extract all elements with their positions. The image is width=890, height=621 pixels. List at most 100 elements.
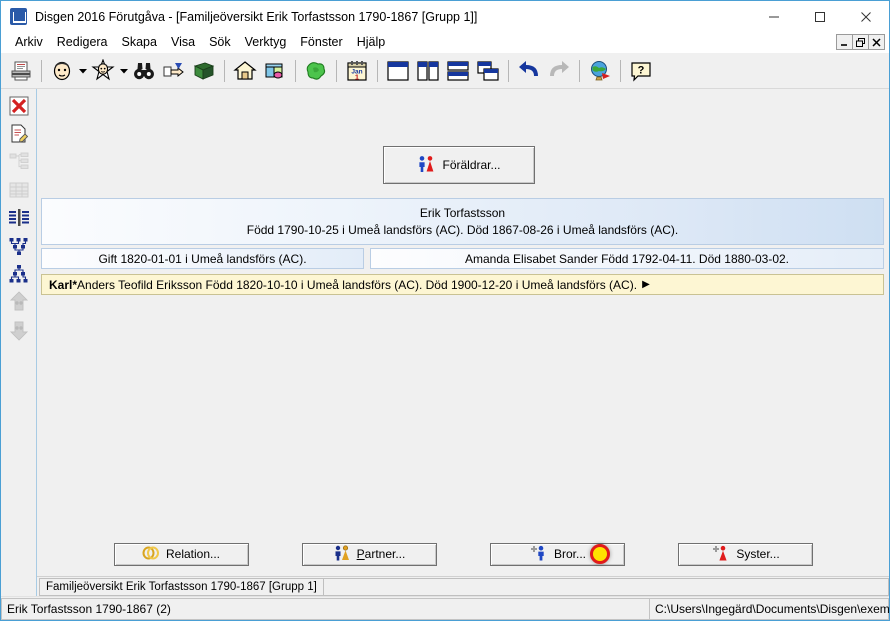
partner-button[interactable]: Partner... xyxy=(301,542,437,566)
sidebar-item-ancestor-chart-icon[interactable] xyxy=(4,232,34,260)
add-woman-icon xyxy=(710,545,730,564)
sidebar-item-table-grid-icon xyxy=(4,176,34,204)
gift-box-icon[interactable] xyxy=(260,56,290,86)
person-card[interactable]: Erik Torfastsson Född 1790-10-25 i Umeå … xyxy=(41,198,884,245)
menu-item-sok[interactable]: Sök xyxy=(202,33,238,52)
couple-icon xyxy=(333,544,351,564)
sidebar-item-descendant-chart-icon[interactable] xyxy=(4,260,34,288)
svg-text:1: 1 xyxy=(355,72,359,81)
partner-label-rest: artner... xyxy=(364,547,406,561)
rings-icon xyxy=(142,546,160,563)
window-controls xyxy=(751,1,889,32)
close-icon[interactable] xyxy=(843,1,889,32)
menu-item-arkiv[interactable]: Arkiv xyxy=(8,33,50,52)
person-face-dropdown-icon[interactable] xyxy=(77,56,88,86)
child-expander-icon[interactable]: ▶ xyxy=(642,279,650,290)
toolbar: Jan 1 ? xyxy=(1,53,889,89)
body-area: Föräldrar... Erik Torfastsson Född 1790-… xyxy=(1,89,889,596)
redo-icon[interactable] xyxy=(544,56,574,86)
sidebar xyxy=(1,89,37,596)
print-icon[interactable] xyxy=(6,56,36,86)
toolbar-separator xyxy=(620,59,621,82)
calendar-jan1-icon[interactable]: Jan 1 xyxy=(342,56,372,86)
partner-button-label: Partner... xyxy=(357,547,406,561)
toolbar-separator xyxy=(224,59,225,82)
person-star-icon[interactable] xyxy=(88,56,118,86)
menu-item-skapa[interactable]: Skapa xyxy=(115,33,164,52)
mdi-close-icon[interactable] xyxy=(868,34,885,50)
window-horizontal-split-icon[interactable] xyxy=(443,56,473,86)
book-icon[interactable] xyxy=(189,56,219,86)
menu-item-verktyg[interactable]: Verktyg xyxy=(238,33,294,52)
sidebar-item-family-overview-icon[interactable] xyxy=(4,204,34,232)
status-selection: Erik Torfastsson 1790-1867 (2) xyxy=(1,597,649,620)
add-man-icon xyxy=(528,545,548,564)
disgen-app-icon xyxy=(10,8,27,25)
brother-button[interactable]: Bror... xyxy=(489,542,625,566)
toolbar-separator xyxy=(508,59,509,82)
sidebar-item-navigate-down-icon xyxy=(4,316,34,344)
application-window: Disgen 2016 Förutgåva - [Familjeöversikt… xyxy=(0,0,890,621)
menu-item-redigera[interactable]: Redigera xyxy=(50,33,115,52)
mdi-restore-icon[interactable] xyxy=(852,34,869,50)
person-details: Född 1790-10-25 i Umeå landsförs (AC). D… xyxy=(246,222,679,237)
yellow-cursor-highlight xyxy=(589,544,610,564)
parents-button-label: Föräldrar... xyxy=(442,158,501,172)
sidebar-item-close-red-x-icon[interactable] xyxy=(4,92,34,120)
pointing-hand-icon[interactable] xyxy=(159,56,189,86)
toolbar-separator xyxy=(377,59,378,82)
window-cascade-icon[interactable] xyxy=(473,56,503,86)
marriage-spouse-row: Gift 1820-01-01 i Umeå landsförs (AC). A… xyxy=(41,248,884,269)
menu-item-hjalp[interactable]: Hjälp xyxy=(350,33,393,52)
status-bar: Erik Torfastsson 1790-1867 (2) C:\Users\… xyxy=(1,596,890,620)
family-overview-panel: Föräldrar... Erik Torfastsson Född 1790-… xyxy=(37,89,889,532)
sidebar-item-document-edit-icon[interactable] xyxy=(4,120,34,148)
window-tab-familjeoversikt[interactable]: Familjeöversikt Erik Torfastsson 1790-18… xyxy=(39,577,324,596)
child-name-bold: Karl* xyxy=(49,277,78,292)
family-overview-client: Föräldrar... Erik Torfastsson Född 1790-… xyxy=(37,89,889,596)
menu-item-fonster[interactable]: Fönster xyxy=(293,33,349,52)
toolbar-separator xyxy=(41,59,42,82)
maximize-icon[interactable] xyxy=(797,1,843,32)
person-name: Erik Torfastsson xyxy=(419,205,506,220)
binoculars-icon[interactable] xyxy=(129,56,159,86)
map-green-icon[interactable] xyxy=(301,56,331,86)
mdi-window-controls xyxy=(836,34,885,50)
spouse-box[interactable]: Amanda Elisabet Sander Född 1792-04-11. … xyxy=(370,248,884,269)
help-question-icon[interactable]: ? xyxy=(626,56,656,86)
child-details: Anders Teofild Eriksson Född 1820-10-10 … xyxy=(77,277,638,292)
child-row[interactable]: Karl* Anders Teofild Eriksson Född 1820-… xyxy=(41,274,884,295)
sister-button-label: Syster... xyxy=(736,547,780,561)
menu-bar: Arkiv Redigera Skapa Visa Sök Verktyg Fö… xyxy=(1,32,889,53)
person-star-dropdown-icon[interactable] xyxy=(118,56,129,86)
window-tab-strip: Familjeöversikt Erik Torfastsson 1790-18… xyxy=(37,576,889,596)
window-title: Disgen 2016 Förutgåva - [Familjeöversikt… xyxy=(35,9,478,24)
relation-button[interactable]: Relation... xyxy=(113,542,249,566)
window-single-icon[interactable] xyxy=(383,56,413,86)
title-bar: Disgen 2016 Förutgåva - [Familjeöversikt… xyxy=(1,1,889,32)
toolbar-separator xyxy=(579,59,580,82)
menu-item-visa[interactable]: Visa xyxy=(164,33,202,52)
parents-button[interactable]: Föräldrar... xyxy=(383,146,535,184)
globe-icon[interactable] xyxy=(585,56,615,86)
spouse-text: Amanda Elisabet Sander Född 1792-04-11. … xyxy=(465,251,789,266)
brother-button-label: Bror... xyxy=(553,547,586,561)
toolbar-separator xyxy=(336,59,337,82)
status-database-path: C:\Users\Ingegärd\Documents\Disgen\exemp… xyxy=(649,597,890,620)
home-icon[interactable] xyxy=(230,56,260,86)
relation-button-label: Relation... xyxy=(165,547,221,561)
window-tab-empty xyxy=(323,577,889,596)
action-button-bar: Relation... Partner... Bror... Syster... xyxy=(37,532,889,576)
partner-accelerator: P xyxy=(356,547,365,561)
marriage-text: Gift 1820-01-01 i Umeå landsförs (AC). xyxy=(98,251,307,266)
svg-text:?: ? xyxy=(638,64,645,76)
person-face-icon[interactable] xyxy=(47,56,77,86)
marriage-box[interactable]: Gift 1820-01-01 i Umeå landsförs (AC). xyxy=(41,248,364,269)
mdi-minimize-icon[interactable] xyxy=(836,34,853,50)
undo-icon[interactable] xyxy=(514,56,544,86)
sister-button[interactable]: Syster... xyxy=(677,542,813,566)
window-vertical-split-icon[interactable] xyxy=(413,56,443,86)
minimize-icon[interactable] xyxy=(751,1,797,32)
sidebar-item-tree-chart-icon xyxy=(4,148,34,176)
man-woman-pair-icon xyxy=(417,155,435,176)
